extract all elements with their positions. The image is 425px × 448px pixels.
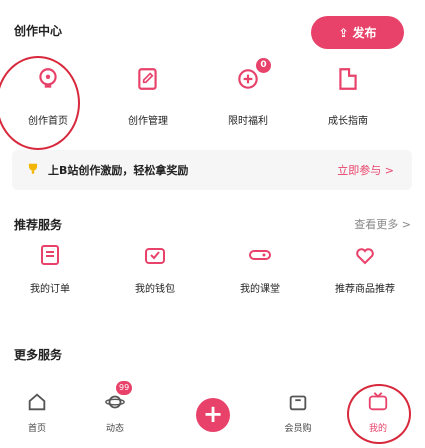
- view-more-link[interactable]: 查看更多 >: [354, 216, 411, 232]
- promo-text: 上B站创作激励，轻松拿奖励: [48, 164, 189, 177]
- nav-item-home[interactable]: 首页: [2, 385, 72, 448]
- services-row: 我的订单 我的钱包 我的课堂 推荐商品推荐: [0, 240, 425, 310]
- trophy-icon: [28, 163, 38, 174]
- order-icon: [41, 245, 59, 265]
- nav-label-mall: 会员购: [284, 424, 312, 434]
- publish-label: 发布: [352, 26, 377, 40]
- promo-link[interactable]: 立即参与 >: [337, 162, 394, 178]
- wallet-icon: [145, 248, 165, 264]
- home-icon: [28, 393, 46, 411]
- nav-item-dynamic[interactable]: 99 动态: [80, 381, 150, 448]
- creator-center-page: 创作中心 ⇪ 发布 创作首页 创作管理 0 限时福利 成长指南 上B站创作激励，…: [0, 0, 425, 448]
- create-plus-button[interactable]: +: [196, 398, 230, 432]
- recommend-section-title: 推荐服务: [14, 218, 63, 232]
- limited-benefit-label: 限时福利: [228, 116, 268, 127]
- nav-label-dynamic: 动态: [105, 424, 124, 434]
- guide-icon: [339, 68, 357, 90]
- nav-label-home: 首页: [27, 424, 46, 434]
- notification-dot: 0: [256, 58, 271, 73]
- promo-banner[interactable]: 上B站创作激励，轻松拿奖励 立即参与 >: [12, 150, 412, 190]
- more-services-title: 更多服务: [14, 348, 63, 362]
- creator-manage-item[interactable]: 创作管理: [108, 60, 188, 145]
- nav-item-mall[interactable]: 会员购: [263, 385, 333, 448]
- highlight-circle-creator-home: [0, 56, 80, 150]
- limited-benefit-item[interactable]: 0 限时福利: [208, 58, 288, 145]
- heart-shop-icon: [356, 248, 374, 265]
- service-label-wallet: 我的钱包: [135, 284, 175, 295]
- service-item-class[interactable]: 我的课堂: [210, 240, 310, 310]
- service-item-wallet[interactable]: 我的钱包: [105, 240, 205, 310]
- document-edit-icon: [138, 68, 157, 90]
- service-label-orders: 我的订单: [30, 284, 70, 295]
- growth-guide-item[interactable]: 成长指南: [308, 60, 388, 145]
- highlight-circle-mine: [347, 384, 411, 444]
- page-title: 创作中心: [14, 24, 63, 38]
- growth-guide-label: 成长指南: [328, 116, 368, 127]
- service-item-goods[interactable]: 推荐商品推荐: [315, 240, 415, 310]
- publish-button[interactable]: ⇪ 发布: [311, 16, 404, 49]
- upload-icon: ⇪: [338, 25, 349, 40]
- service-label-class: 我的课堂: [240, 284, 280, 295]
- creator-manage-label: 创作管理: [128, 116, 168, 127]
- game-controller-icon: [249, 250, 271, 260]
- service-label-goods: 推荐商品推荐: [335, 284, 395, 295]
- service-item-orders[interactable]: 我的订单: [0, 240, 100, 310]
- bag-icon: [289, 395, 307, 411]
- dynamic-badge: 99: [116, 381, 133, 395]
